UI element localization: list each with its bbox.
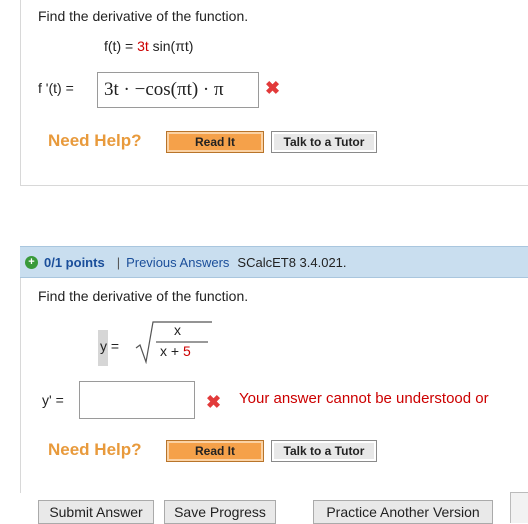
read-it-button[interactable]: Read It	[166, 440, 264, 462]
answer-label: y'	[42, 392, 52, 408]
x-mark-icon: ✖	[265, 78, 281, 98]
function-rest: sin(πt)	[148, 38, 194, 54]
answer-equals: =	[55, 392, 64, 408]
question-1-prompt: Find the derivative of the function.	[38, 8, 249, 24]
y-variable: y	[100, 338, 107, 354]
need-help-label: Need Help?	[48, 131, 142, 150]
question-2-function-lhs: y =	[100, 338, 119, 354]
submit-answer-button[interactable]: Submit Answer	[38, 500, 154, 524]
question-2-answer-label: y' =	[42, 392, 64, 408]
points-label: 0/1 points	[44, 254, 105, 270]
question-code: SCalcET8 3.4.021.	[237, 254, 347, 270]
question-1-answer-label: f '(t) =	[38, 80, 74, 96]
partial-button[interactable]	[510, 492, 528, 523]
error-message: Your answer cannot be understood or	[239, 390, 489, 407]
question-1-answer-field[interactable]: 3t · −cos(πt) · π	[97, 72, 259, 108]
function-coefficient: 3t	[137, 38, 149, 54]
read-it-button[interactable]: Read It	[166, 131, 264, 153]
denominator-plus: +	[170, 343, 180, 359]
practice-another-version-button[interactable]: Practice Another Version	[313, 500, 493, 524]
question-2-answer-field[interactable]	[79, 381, 195, 419]
fraction-numerator: x	[174, 322, 181, 338]
header-separator: |	[116, 254, 121, 270]
save-progress-button[interactable]: Save Progress	[164, 500, 276, 524]
previous-answers-link[interactable]: Previous Answers	[126, 255, 229, 270]
question-1-function: f(t) = 3t sin(πt)	[104, 38, 193, 54]
function-equals: =	[110, 338, 120, 354]
need-help-label: Need Help?	[48, 440, 142, 459]
answer-equals: =	[65, 80, 74, 96]
function-equals: =	[125, 38, 134, 54]
denominator-variable: x	[160, 343, 167, 359]
expand-plus-icon[interactable]: +	[25, 255, 38, 269]
talk-to-tutor-button[interactable]: Talk to a Tutor	[271, 131, 377, 153]
question-2-prompt: Find the derivative of the function.	[38, 288, 249, 304]
x-mark-icon: ✖	[206, 392, 222, 412]
fraction-denominator: x + 5	[160, 343, 191, 359]
talk-to-tutor-button[interactable]: Talk to a Tutor	[271, 440, 377, 462]
denominator-constant: 5	[182, 343, 191, 359]
function-lhs: f(t)	[104, 38, 122, 54]
answer-label: f '(t)	[38, 80, 62, 96]
question-2-header: + 0/1 points | Previous Answers SCalcET8…	[20, 246, 528, 278]
